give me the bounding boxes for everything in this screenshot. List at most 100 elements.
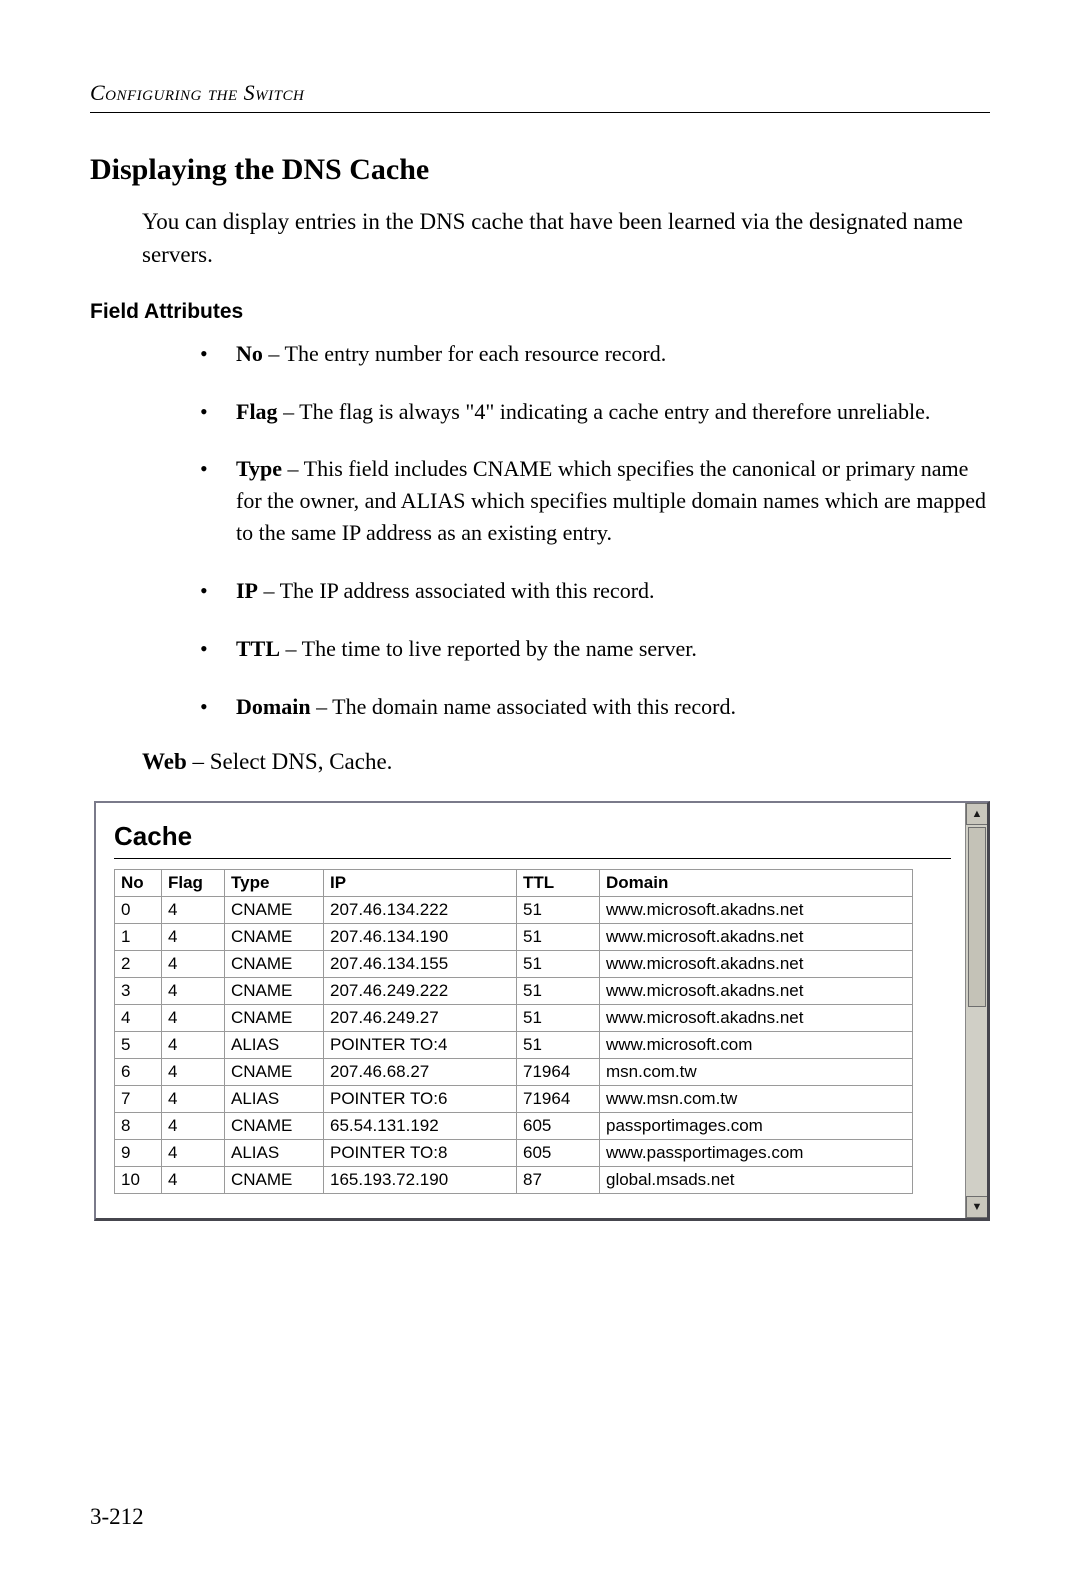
cell-no: 6 [115, 1058, 162, 1085]
cell-ttl: 51 [517, 923, 600, 950]
cell-ip: POINTER TO:6 [324, 1085, 517, 1112]
cell-no: 10 [115, 1166, 162, 1193]
attributes-list: No – The entry number for each resource … [90, 338, 990, 723]
intro-text: You can display entries in the DNS cache… [142, 205, 990, 272]
running-head: Configuring the Switch [90, 80, 990, 106]
cell-no: 0 [115, 896, 162, 923]
table-row: 9 4 ALIAS POINTER TO:8 605 www.passporti… [115, 1139, 913, 1166]
cell-ip: 165.193.72.190 [324, 1166, 517, 1193]
cell-type: CNAME [225, 977, 324, 1004]
attr-sep: – [278, 399, 300, 424]
scrollbar[interactable]: ▲ ▼ [965, 803, 987, 1218]
cell-domain: www.microsoft.com [600, 1031, 913, 1058]
cell-domain: www.microsoft.akadns.net [600, 923, 913, 950]
cell-ip: 207.46.249.27 [324, 1004, 517, 1031]
cache-rule [114, 858, 951, 859]
cache-table: No Flag Type IP TTL Domain 0 4 CNAME 207… [114, 869, 913, 1194]
section-title: Displaying the DNS Cache [90, 153, 990, 187]
scroll-thumb[interactable] [968, 827, 986, 1007]
table-row: 7 4 ALIAS POINTER TO:6 71964 www.msn.com… [115, 1085, 913, 1112]
chevron-down-icon: ▼ [972, 1201, 983, 1213]
cell-no: 7 [115, 1085, 162, 1112]
cell-ttl: 87 [517, 1166, 600, 1193]
cell-ttl: 71964 [517, 1085, 600, 1112]
attr-ip: IP – The IP address associated with this… [200, 575, 990, 607]
cell-ttl: 605 [517, 1112, 600, 1139]
table-row: 8 4 CNAME 65.54.131.192 605 passportimag… [115, 1112, 913, 1139]
cell-domain: www.microsoft.akadns.net [600, 1004, 913, 1031]
cell-domain: www.msn.com.tw [600, 1085, 913, 1112]
cell-flag: 4 [162, 1058, 225, 1085]
cell-flag: 4 [162, 923, 225, 950]
cell-ttl: 51 [517, 896, 600, 923]
field-attributes-heading: Field Attributes [90, 300, 990, 324]
cell-flag: 4 [162, 950, 225, 977]
cell-ip: 207.46.134.155 [324, 950, 517, 977]
attr-sep: – [280, 636, 302, 661]
attr-name: Flag [236, 399, 278, 424]
cell-no: 2 [115, 950, 162, 977]
attr-desc: The entry number for each resource recor… [285, 341, 667, 366]
cell-domain: www.microsoft.akadns.net [600, 896, 913, 923]
cell-type: ALIAS [225, 1085, 324, 1112]
cell-ip: POINTER TO:8 [324, 1139, 517, 1166]
attr-name: IP [236, 578, 258, 603]
cache-title: Cache [114, 821, 987, 852]
attr-ttl: TTL – The time to live reported by the n… [200, 633, 990, 665]
cell-ttl: 71964 [517, 1058, 600, 1085]
attr-name: Domain [236, 694, 311, 719]
cell-ttl: 51 [517, 950, 600, 977]
attr-domain: Domain – The domain name associated with… [200, 691, 990, 723]
cell-type: CNAME [225, 896, 324, 923]
table-row: 4 4 CNAME 207.46.249.27 51 www.microsoft… [115, 1004, 913, 1031]
cell-domain: msn.com.tw [600, 1058, 913, 1085]
attr-no: No – The entry number for each resource … [200, 338, 990, 370]
cell-type: CNAME [225, 950, 324, 977]
col-no: No [115, 869, 162, 896]
web-prefix: Web [142, 749, 187, 774]
web-sep: – [187, 749, 210, 774]
col-domain: Domain [600, 869, 913, 896]
cache-panel: Cache No Flag Type IP TTL Domain 0 4 CNA… [94, 801, 990, 1221]
cell-domain: global.msads.net [600, 1166, 913, 1193]
table-row: 6 4 CNAME 207.46.68.27 71964 msn.com.tw [115, 1058, 913, 1085]
cell-ttl: 605 [517, 1139, 600, 1166]
attr-desc: The IP address associated with this reco… [280, 578, 655, 603]
cell-ttl: 51 [517, 977, 600, 1004]
table-row: 10 4 CNAME 165.193.72.190 87 global.msad… [115, 1166, 913, 1193]
scroll-down-button[interactable]: ▼ [966, 1196, 988, 1218]
cell-domain: www.microsoft.akadns.net [600, 950, 913, 977]
col-ip: IP [324, 869, 517, 896]
attr-desc: The domain name associated with this rec… [332, 694, 736, 719]
cell-domain: www.passportimages.com [600, 1139, 913, 1166]
attr-sep: – [282, 456, 304, 481]
cell-no: 8 [115, 1112, 162, 1139]
table-row: 1 4 CNAME 207.46.134.190 51 www.microsof… [115, 923, 913, 950]
cell-type: CNAME [225, 923, 324, 950]
cell-flag: 4 [162, 896, 225, 923]
cell-domain: passportimages.com [600, 1112, 913, 1139]
cell-type: CNAME [225, 1058, 324, 1085]
web-rest: Select DNS, Cache. [210, 749, 393, 774]
cell-ip: 207.46.134.222 [324, 896, 517, 923]
cell-flag: 4 [162, 1031, 225, 1058]
attr-flag: Flag – The flag is always "4" indicating… [200, 396, 990, 428]
cell-ip: 207.46.68.27 [324, 1058, 517, 1085]
cell-type: CNAME [225, 1112, 324, 1139]
table-row: 5 4 ALIAS POINTER TO:4 51 www.microsoft.… [115, 1031, 913, 1058]
cell-ttl: 51 [517, 1031, 600, 1058]
attr-desc: The time to live reported by the name se… [302, 636, 697, 661]
attr-sep: – [258, 578, 280, 603]
attr-type: Type – This field includes CNAME which s… [200, 453, 990, 549]
table-row: 3 4 CNAME 207.46.249.222 51 www.microsof… [115, 977, 913, 1004]
cell-ip: POINTER TO:4 [324, 1031, 517, 1058]
cell-flag: 4 [162, 1112, 225, 1139]
attr-sep: – [263, 341, 285, 366]
cell-type: ALIAS [225, 1031, 324, 1058]
cell-flag: 4 [162, 1004, 225, 1031]
cell-type: CNAME [225, 1166, 324, 1193]
table-row: 0 4 CNAME 207.46.134.222 51 www.microsof… [115, 896, 913, 923]
cell-ip: 65.54.131.192 [324, 1112, 517, 1139]
attr-name: Type [236, 456, 282, 481]
scroll-up-button[interactable]: ▲ [966, 803, 988, 825]
